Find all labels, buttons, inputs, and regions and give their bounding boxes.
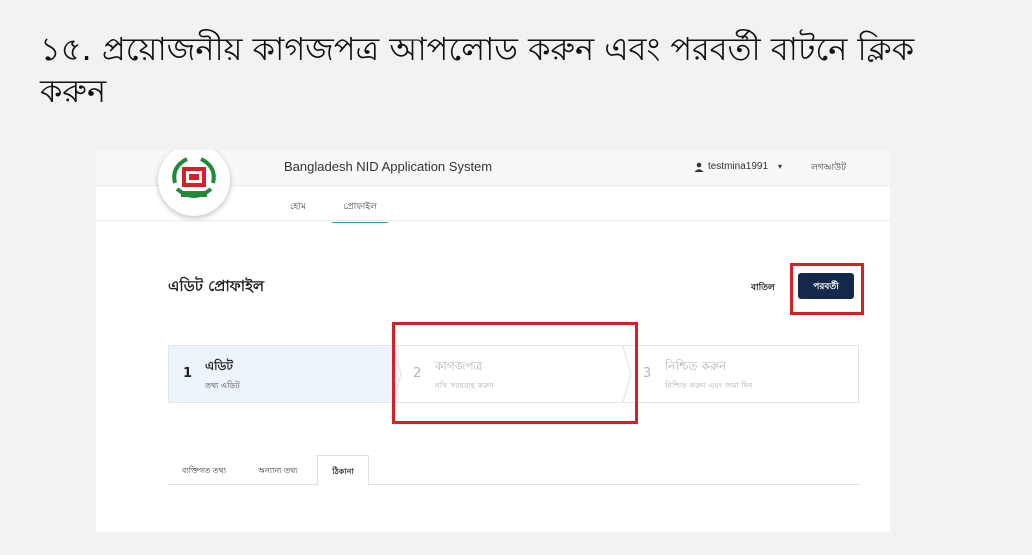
tab-personal-info[interactable]: ব্যক্তিগত তথ্য: [182, 465, 226, 478]
app-title: Bangladesh NID Application System: [284, 159, 493, 174]
cancel-button[interactable]: বাতিল: [751, 280, 775, 295]
user-icon: [694, 162, 704, 172]
app-screenshot: Bangladesh NID Application System testmi…: [96, 150, 890, 532]
tab-address[interactable]: ঠিকানা: [317, 455, 369, 486]
chevron-down-icon: ▾: [778, 162, 783, 171]
step-confirm[interactable]: 3 নিশ্চিত করুন নিশ্চিত করুন এবং জমা দিন: [629, 346, 858, 402]
profile-tabs: ব্যক্তিগত তথ্য অন্যান্য তথ্য ঠিকানা: [168, 455, 859, 486]
next-button-highlight: [790, 263, 864, 315]
logout-link[interactable]: লগআউট: [811, 160, 846, 175]
step-subtitle: নিশ্চিত করুন এবং জমা দিন: [665, 381, 753, 390]
page-title: এডিট প্রোফাইল: [168, 277, 265, 295]
username: testmina1991: [708, 161, 769, 172]
instruction-line-1: ১৫. প্রয়োজনীয় কাগজপত্র আপলোড করুন এবং …: [40, 30, 915, 68]
step-title: নিশ্চিত করুন: [665, 359, 727, 373]
step-title: এডিট: [205, 359, 233, 373]
step-edit[interactable]: 1 এডিট তথ্য এডিট: [169, 346, 399, 402]
tab-other-info[interactable]: অন্যান্য তথ্য: [258, 465, 298, 478]
instruction-line-2: করুন: [40, 72, 107, 110]
nav-home[interactable]: হোম: [290, 199, 306, 214]
step-number: 1: [183, 366, 193, 381]
nid-logo[interactable]: [158, 150, 230, 216]
instruction-text: ১৫. প্রয়োজনীয় কাগজপত্র আপলোড করুন এবং …: [40, 28, 1000, 112]
nav-profile[interactable]: প্রোফাইল: [332, 199, 388, 223]
user-menu[interactable]: testmina1991 ▾: [694, 161, 782, 172]
emblem-icon: [172, 157, 216, 198]
step-number: 3: [643, 366, 652, 381]
step-subtitle: তথ্য এডিট: [205, 381, 240, 390]
documents-step-highlight: [392, 322, 638, 424]
